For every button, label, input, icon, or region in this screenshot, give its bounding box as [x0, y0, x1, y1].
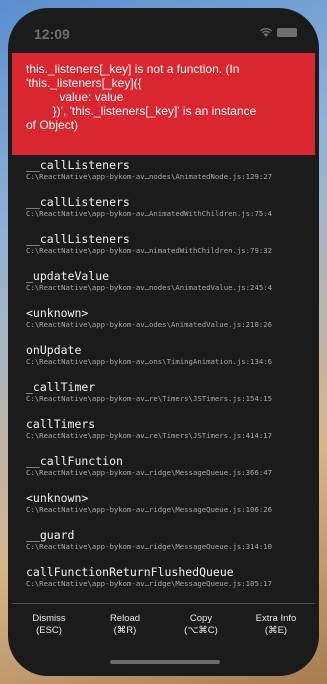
footer-toolbar: Dismiss (ESC) Reload (⌘R) Copy (⌥⌘C) Ext… [8, 613, 319, 645]
reload-shortcut: (⌘R) [113, 625, 137, 636]
wifi-icon [260, 28, 272, 37]
frame-file-path: C:\ReactNative\app-bykom-av…nimatedWithC… [26, 246, 273, 255]
frame-function-name: <unknown> [26, 306, 89, 320]
frame-file-path: C:\ReactNative\app-bykom-av…ridge\Messag… [26, 468, 273, 477]
dismiss-shortcut: (ESC) [36, 625, 62, 636]
copy-button[interactable]: Copy (⌥⌘C) [165, 613, 237, 637]
copy-shortcut: (⌥⌘C) [184, 625, 218, 636]
frame-function-name: callTimers [26, 417, 96, 431]
stack-frame[interactable]: _updateValue C:\ReactNative\app-bykom-av… [26, 269, 316, 293]
frame-file-path: C:\ReactNative\app-bykom-av…ridge\Messag… [26, 542, 273, 551]
frame-function-name: onUpdate [26, 343, 82, 357]
stack-frame[interactable]: __callListeners C:\ReactNative\app-bykom… [26, 232, 316, 256]
frame-function-name: __callListeners [26, 195, 130, 209]
dismiss-button[interactable]: Dismiss (ESC) [13, 613, 85, 637]
frame-file-path: C:\ReactNative\app-bykom-av…re\Timers\JS… [26, 394, 273, 403]
extra-info-label: Extra Info [255, 613, 297, 624]
status-bar: 12:09 [8, 8, 319, 48]
dismiss-label: Dismiss [32, 613, 66, 624]
frame-file-path: C:\ReactNative\app-bykom-av…ons\TimingAn… [26, 357, 273, 366]
frame-function-name: <unknown> [26, 491, 89, 505]
stack-frame[interactable]: onUpdate C:\ReactNative\app-bykom-av…ons… [26, 343, 316, 367]
stack-frame[interactable]: __callListeners C:\ReactNative\app-bykom… [26, 158, 316, 182]
frame-function-name: __callListeners [26, 158, 130, 172]
copy-label: Copy [189, 613, 213, 624]
reload-button[interactable]: Reload (⌘R) [89, 613, 161, 637]
frame-file-path: C:\ReactNative\app-bykom-av…ridge\Messag… [26, 505, 273, 514]
extra-info-shortcut: (⌘E) [264, 625, 288, 636]
stack-frame[interactable]: <unknown> C:\ReactNative\app-bykom-av…od… [26, 306, 316, 330]
status-icons [260, 28, 297, 37]
frame-function-name: __callListeners [26, 232, 130, 246]
reload-label: Reload [109, 613, 141, 624]
stack-frame[interactable]: __callFunction C:\ReactNative\app-bykom-… [26, 454, 316, 478]
frame-function-name: __guard [26, 528, 75, 542]
stack-frame[interactable]: __guard C:\ReactNative\app-bykom-av…ridg… [26, 528, 316, 552]
frame-file-path: C:\ReactNative\app-bykom-av…re\Timers\JS… [26, 431, 273, 440]
stack-frame[interactable]: callTimers C:\ReactNative\app-bykom-av…r… [26, 417, 316, 441]
error-message: this._listeners[_key] is not a function.… [12, 53, 315, 155]
stack-frame[interactable]: __callListeners C:\ReactNative\app-bykom… [26, 195, 316, 219]
frame-file-path: C:\ReactNative\app-bykom-av…nodes\Animat… [26, 283, 273, 292]
frame-function-name: _callTimer [26, 380, 96, 394]
stack-frame[interactable]: <unknown> C:\ReactNative\app-bykom-av…ri… [26, 491, 316, 515]
home-indicator[interactable] [110, 660, 220, 664]
stack-frame[interactable]: callFunctionReturnFlushedQueue C:\ReactN… [26, 565, 316, 589]
battery-icon [277, 28, 297, 37]
frame-file-path: C:\ReactNative\app-bykom-av…AnimatedWith… [26, 209, 273, 218]
extra-info-button[interactable]: Extra Info (⌘E) [240, 613, 312, 637]
footer-divider [12, 603, 315, 604]
frame-file-path: C:\ReactNative\app-bykom-av…ridge\Messag… [26, 579, 273, 588]
frame-file-path: C:\ReactNative\app-bykom-av…odes\Animate… [26, 320, 273, 329]
frame-file-path: C:\ReactNative\app-bykom-av…nodes\Animat… [26, 172, 273, 181]
frame-function-name: callFunctionReturnFlushedQueue [26, 565, 234, 579]
frame-function-name: _updateValue [26, 269, 110, 283]
phone-screen: 12:09 this._listeners[_key] is not a fun… [8, 8, 319, 676]
status-time: 12:09 [34, 26, 70, 42]
frame-function-name: __callFunction [26, 454, 123, 468]
stack-frame[interactable]: _callTimer C:\ReactNative\app-bykom-av…r… [26, 380, 316, 404]
